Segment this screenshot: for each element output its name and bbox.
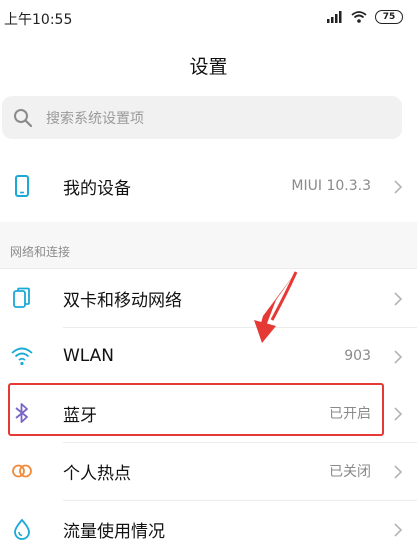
- chevron-right-icon: [394, 292, 403, 306]
- status-icons: 75: [327, 10, 403, 24]
- data-usage-icon: [14, 518, 30, 540]
- chevron-right-icon: [394, 180, 403, 194]
- wifi-icon: [11, 347, 33, 366]
- my-device-version: MIUI 10.3.3: [291, 178, 371, 194]
- wlan-network-name: 903: [344, 348, 371, 364]
- battery-icon: 75: [375, 10, 403, 24]
- hotspot-status: 已关闭: [329, 464, 371, 480]
- chevron-right-icon: [394, 465, 403, 479]
- wlan-label: WLAN: [63, 346, 115, 366]
- chevron-right-icon: [394, 350, 403, 364]
- bluetooth-highlight-box: [8, 383, 384, 436]
- my-device-item[interactable]: 我的设备 MIUI 10.3.3: [0, 157, 417, 215]
- wlan-item[interactable]: WLAN 903: [0, 327, 417, 385]
- hotspot-icon: [12, 464, 32, 478]
- hotspot-label: 个人热点: [63, 463, 131, 484]
- search-icon: [14, 108, 33, 127]
- page-title: 设置: [189, 56, 228, 78]
- chevron-right-icon: [394, 407, 403, 421]
- data-usage-item[interactable]: 流量使用情况: [0, 500, 417, 558]
- section-header-network: 网络和连接: [10, 245, 71, 259]
- chevron-right-icon: [394, 523, 403, 537]
- search-placeholder: 搜索系统设置项: [46, 110, 144, 127]
- data-usage-label: 流量使用情况: [63, 521, 165, 542]
- my-device-label: 我的设备: [63, 178, 131, 199]
- sim-network-label: 双卡和移动网络: [63, 290, 182, 311]
- search-bar[interactable]: 搜索系统设置项: [2, 96, 402, 139]
- status-bar: 上午10:55 75: [0, 0, 417, 36]
- signal-icon: [327, 11, 342, 23]
- phone-icon: [15, 175, 29, 197]
- wifi-status-icon: [351, 11, 367, 23]
- sim-card-icon: [13, 287, 30, 308]
- hotspot-item[interactable]: 个人热点 已关闭: [0, 442, 417, 500]
- status-time: 上午10:55: [4, 12, 73, 28]
- sidebar-item-sim-mobile-network[interactable]: 双卡和移动网络: [0, 269, 417, 327]
